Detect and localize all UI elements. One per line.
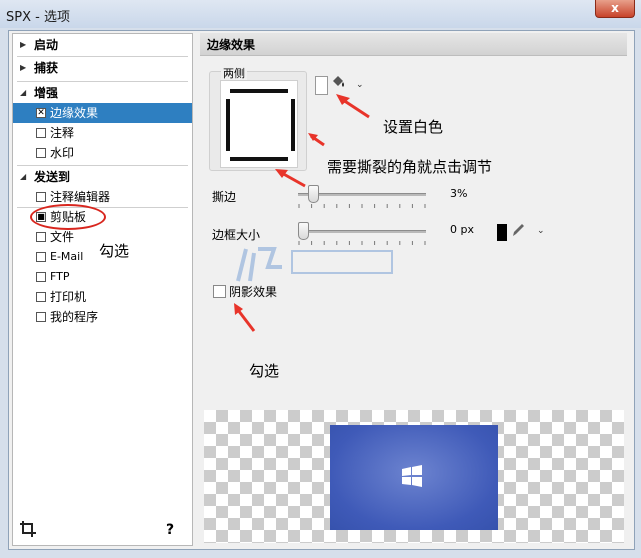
shadow-checkbox[interactable]: [213, 285, 226, 298]
edge-group-label: 两侧: [221, 65, 247, 81]
sidebar-item-label: 边缘效果: [50, 106, 99, 120]
expand-triangle-icon[interactable]: ▶: [20, 58, 26, 78]
annotation-arrow: [234, 303, 256, 332]
sidebar-group-label: 启动: [34, 38, 59, 52]
shadow-label: 阴影效果: [229, 285, 278, 299]
paint-bucket-icon[interactable]: [330, 74, 346, 94]
pencil-icon[interactable]: [511, 222, 525, 242]
sidebar-item-label: FTP: [50, 270, 70, 283]
checkbox-icon[interactable]: [36, 292, 46, 302]
tear-value: 3%: [450, 187, 468, 200]
panel-title: 边缘效果: [207, 38, 256, 52]
windows-logo-icon: [400, 463, 424, 499]
sidebar-group-label: 发送到: [34, 170, 71, 184]
annotation-arrow: [275, 169, 306, 188]
annotation-arrow: [308, 133, 325, 147]
sidebar-item-my-program[interactable]: 我的程序: [13, 307, 192, 327]
checkbox-icon[interactable]: [36, 252, 46, 262]
site-watermark-logo: [236, 247, 393, 282]
sidebar-group-send-to[interactable]: ◢ 发送到: [13, 167, 192, 187]
divider: [17, 56, 188, 57]
checkbox-icon[interactable]: [36, 232, 46, 242]
divider: [17, 165, 188, 166]
expand-triangle-icon[interactable]: ◢: [20, 83, 26, 103]
sidebar-item-annotation-editor[interactable]: 注释编辑器: [13, 187, 192, 207]
sidebar-item-ftp[interactable]: FTP: [13, 267, 192, 287]
border-color-swatch[interactable]: [497, 224, 507, 241]
edge-left-toggle[interactable]: [226, 99, 230, 151]
sidebar-item-label: 注释: [50, 126, 75, 140]
sidebar-item-label: 文件: [50, 230, 75, 244]
border-size-value: 0 px: [450, 223, 474, 236]
checkbox-icon[interactable]: [36, 192, 46, 202]
border-size-label: 边框大小: [212, 228, 261, 242]
window-title: SPX - 选项: [6, 10, 70, 25]
sidebar-group-capture[interactable]: ▶ 捕获: [13, 58, 192, 78]
title-bar: SPX - 选项 x: [0, 0, 641, 28]
sidebar-item-watermark[interactable]: 水印: [13, 143, 192, 163]
close-button[interactable]: x: [595, 0, 635, 18]
checkbox-icon[interactable]: [36, 312, 46, 322]
edge-bottom-toggle[interactable]: [230, 157, 288, 161]
edge-preview-box: [220, 80, 298, 168]
annotation-arrow: [336, 94, 370, 119]
checkbox-checked-icon[interactable]: ✕: [36, 108, 46, 118]
sidebar: ▶ 启动 ▶ 捕获 ◢ 增强 ✕ 边缘效果 注释 水印 ◢ 发送到 注释编辑器 …: [12, 33, 193, 546]
annotation-ellipse: [30, 204, 106, 230]
sidebar-item-printer[interactable]: 打印机: [13, 287, 192, 307]
sidebar-item-annotation[interactable]: 注释: [13, 123, 192, 143]
sidebar-group-label: 捕获: [34, 61, 59, 75]
checkbox-icon[interactable]: [36, 128, 46, 138]
sidebar-group-startup[interactable]: ▶ 启动: [13, 35, 192, 55]
edge-right-toggle[interactable]: [291, 99, 295, 151]
tear-label: 撕边: [212, 190, 237, 204]
divider: [17, 81, 188, 82]
chevron-down-icon[interactable]: ⌄: [356, 80, 364, 90]
crop-icon[interactable]: [20, 521, 36, 541]
sidebar-item-label: 水印: [50, 146, 75, 160]
edge-top-toggle[interactable]: [230, 89, 288, 93]
annotation-check-bottom: 勾选: [249, 362, 280, 380]
panel-header: 边缘效果: [200, 33, 627, 56]
sidebar-item-label: E-Mail: [50, 250, 84, 263]
checkbox-icon[interactable]: [36, 148, 46, 158]
tear-slider-ticks: [298, 204, 426, 208]
sidebar-group-enhance[interactable]: ◢ 增强: [13, 83, 192, 103]
chevron-down-icon[interactable]: ⌄: [537, 226, 545, 236]
sidebar-group-label: 增强: [34, 86, 59, 100]
sidebar-item-label: 我的程序: [50, 310, 99, 324]
expand-triangle-icon[interactable]: ▶: [20, 35, 26, 55]
border-size-slider-thumb[interactable]: [298, 222, 309, 240]
annotation-set-white: 设置白色: [383, 118, 444, 136]
sidebar-item-label: 打印机: [50, 290, 87, 304]
annotation-check-left: 勾选: [99, 242, 130, 260]
expand-triangle-icon[interactable]: ◢: [20, 167, 26, 187]
background-color-swatch[interactable]: [315, 76, 328, 95]
help-button[interactable]: ?: [166, 522, 174, 538]
tear-slider-thumb[interactable]: [308, 185, 319, 203]
border-size-slider[interactable]: [298, 230, 426, 233]
checkbox-icon[interactable]: [36, 272, 46, 282]
sidebar-item-edge-effect[interactable]: ✕ 边缘效果: [13, 103, 192, 123]
annotation-tear-hint: 需要撕裂的角就点击调节: [327, 158, 493, 176]
